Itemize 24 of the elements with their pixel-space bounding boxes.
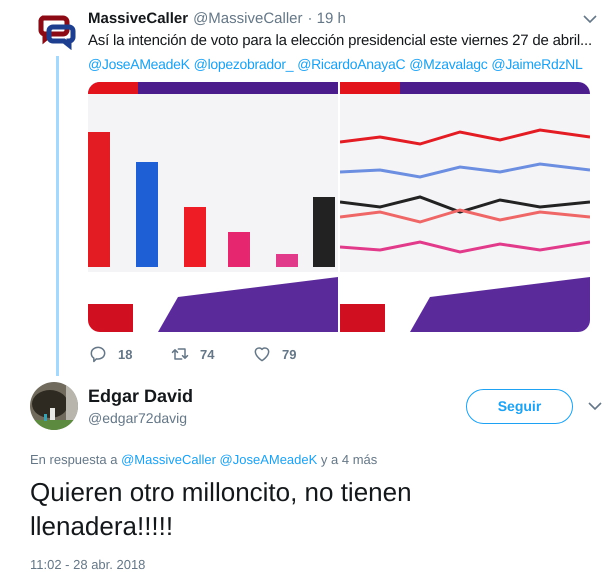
mention-link[interactable]: @lopezobrador_ — [194, 56, 294, 72]
mention-link[interactable]: @MassiveCaller — [121, 452, 216, 467]
speech-bubble-icon — [88, 344, 108, 364]
reply-context: En respuesta a @MassiveCaller @JoseAMeadeK y a 4 más — [30, 452, 378, 467]
author-handle: @edgar72davig — [88, 410, 188, 426]
mention-link[interactable]: @RicardoAnayaC — [297, 56, 406, 72]
like-button[interactable]: 79 — [252, 344, 334, 364]
author-name[interactable]: Edgar David — [88, 386, 466, 407]
author-handle: @MassiveCaller — [193, 10, 302, 27]
chevron-icon[interactable] — [587, 401, 603, 411]
author-name[interactable]: MassiveCaller — [88, 10, 188, 27]
reply-text: Quieren otro milloncito, no tienen llenadera!!!!! — [30, 476, 413, 543]
follow-button[interactable]: Seguir — [466, 388, 573, 424]
timestamp: 11:02 - 28 abr. 2018 — [30, 557, 146, 572]
tweet-time: · 19 h — [308, 10, 346, 27]
tweet-text: Así la intención de voto para la elección presidencial este viernes 27 de abril... — [88, 31, 590, 51]
mention-link[interactable]: @JoseAMeadeK — [220, 452, 318, 467]
mention-link[interactable]: @JoseAMeadeK — [88, 56, 190, 72]
retweet-button[interactable]: 74 — [170, 344, 252, 364]
heart-icon — [252, 344, 272, 364]
mention-link[interactable]: @JaimeRdzNL — [491, 56, 582, 72]
reply-button[interactable]: 18 — [88, 344, 170, 364]
chevron-icon[interactable] — [582, 14, 598, 24]
mention-link[interactable]: @Mzavalagc — [409, 56, 488, 72]
